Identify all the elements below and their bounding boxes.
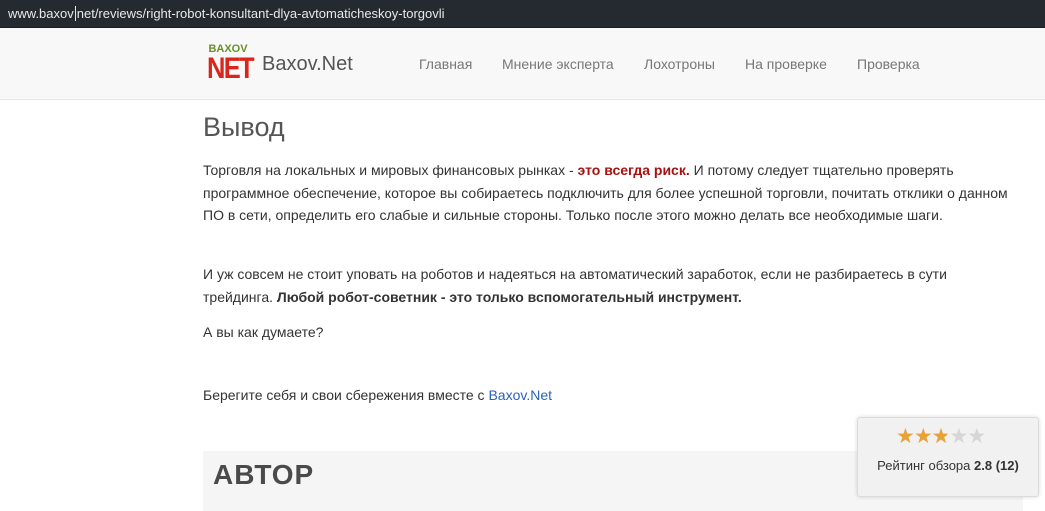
logo-bottom-text: NET [207, 52, 255, 85]
closing-text: Берегите себя и свои сбережения вместе с [203, 387, 489, 403]
paragraph-risk-text-a: Торговля на локальных и мировых финансов… [203, 162, 578, 178]
paragraph-risk: Торговля на локальных и мировых финансов… [203, 159, 1019, 227]
star-fill-icon: ★ [931, 426, 947, 448]
rating-summary: Рейтинг обзора 2.8 (12) [858, 458, 1038, 473]
paragraph-robots: И уж совсем не стоит уповать на роботов … [203, 263, 1019, 308]
star-empty-icon[interactable]: ★ [967, 426, 986, 448]
rating-label: Рейтинг обзора [877, 458, 971, 473]
site-logo[interactable]: BAXOV NET [207, 44, 255, 86]
url-part-end: net/reviews/right-robot-konsultant-dlya-… [76, 6, 445, 21]
baxov-link[interactable]: Baxov.Net [488, 387, 552, 403]
section-title: Вывод [203, 112, 285, 142]
url-part-start: www.baxov [8, 6, 74, 21]
rating-value: 2.8 [974, 458, 993, 473]
nav-item-check[interactable]: Проверка [857, 56, 920, 72]
nav-item-under-review[interactable]: На проверке [745, 56, 827, 72]
rating-count: (12) [995, 458, 1019, 473]
author-title: АВТОР [213, 459, 315, 490]
robots-bold-statement: Любой робот-советник - это только вспомо… [276, 288, 742, 305]
rating-stars[interactable]: ★★★ ★ ★★ [896, 426, 986, 448]
closing-paragraph: Берегите себя и свои сбережения вместе с… [203, 384, 1019, 407]
star-empty-icon[interactable]: ★ [949, 426, 968, 448]
nav-item-scams[interactable]: Лохотроны [644, 56, 715, 72]
brand-link[interactable]: Baxov.Net [262, 53, 353, 76]
star-full-icon[interactable]: ★ [914, 426, 933, 448]
site-header: BAXOV NET Baxov.Net Главная Мнение экспе… [0, 28, 1045, 100]
question-text: А вы как думаете? [203, 324, 324, 340]
browser-address-bar[interactable]: www.baxov net/reviews/right-robot-konsult… [0, 0, 1045, 28]
star-partial-icon[interactable]: ★ ★ [932, 426, 951, 448]
risk-highlight: это всегда риск. [577, 162, 690, 178]
star-full-icon[interactable]: ★ [896, 426, 915, 448]
nav-item-home[interactable]: Главная [419, 56, 472, 72]
url-text[interactable]: www.baxov net/reviews/right-robot-konsult… [8, 6, 445, 21]
review-rating-widget[interactable]: ★★★ ★ ★★ Рейтинг обзора 2.8 (12) [857, 417, 1039, 497]
nav-item-expert-opinion[interactable]: Мнение эксперта [502, 56, 614, 72]
text-caret [74, 6, 76, 21]
